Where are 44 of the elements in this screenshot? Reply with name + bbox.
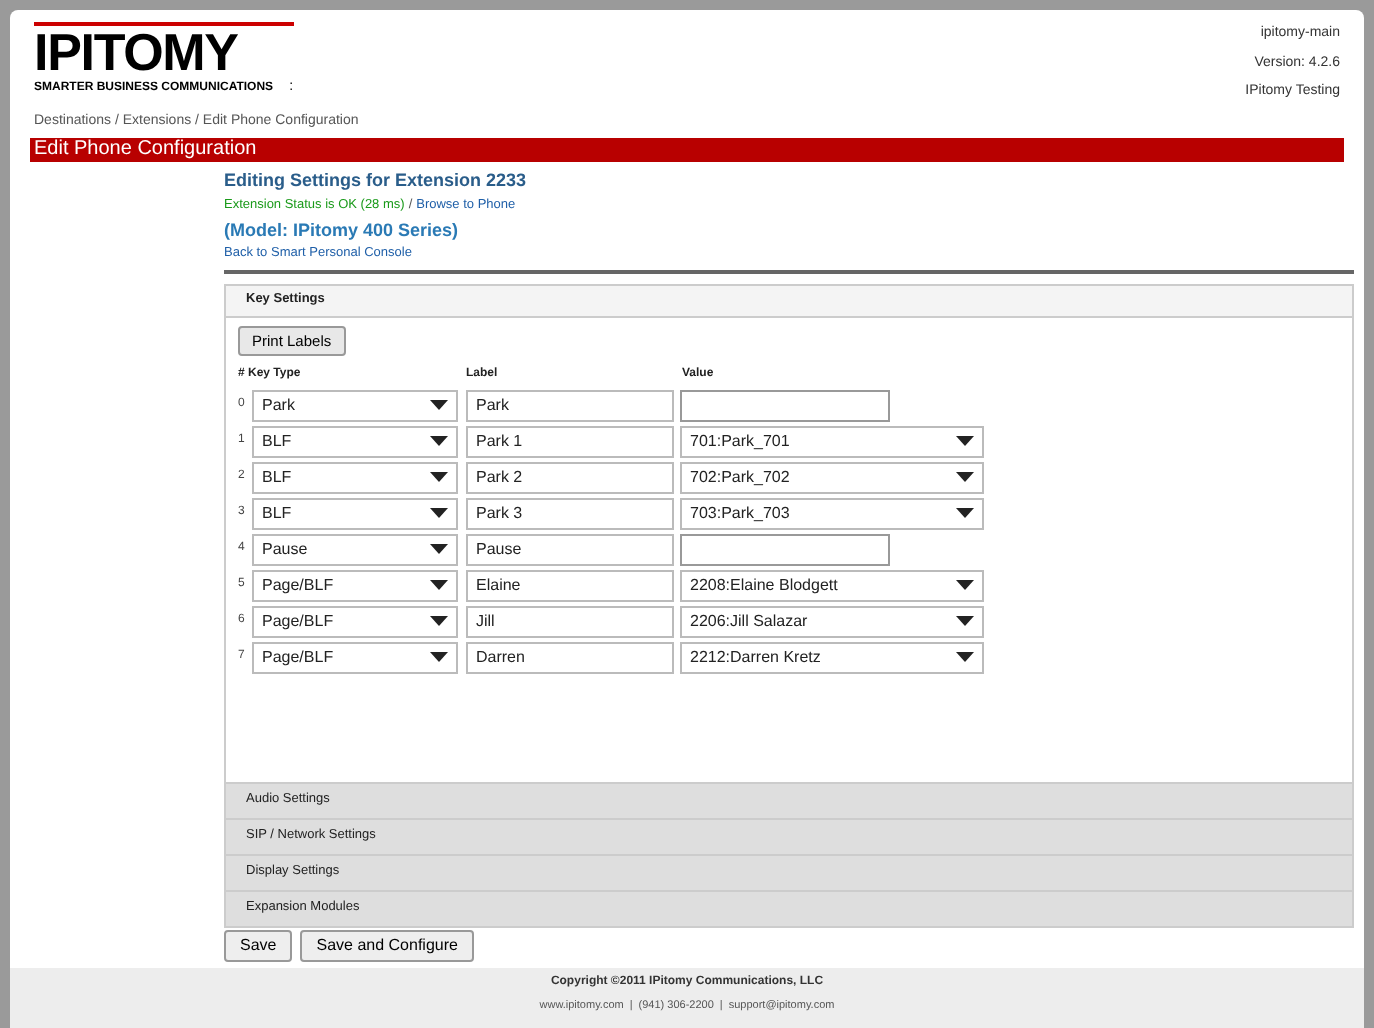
label-field[interactable]: Park 2 <box>466 461 674 494</box>
dropdown-arrow-icon <box>956 472 974 483</box>
value-select[interactable]: 702:Park_702 <box>680 461 984 494</box>
label-field[interactable]: Park 1 <box>466 425 674 458</box>
value-field[interactable] <box>680 389 890 422</box>
label-field[interactable]: Pause <box>466 533 674 566</box>
label-field[interactable]: Park <box>466 389 674 422</box>
value-select[interactable]: 2206:Jill Salazar <box>680 605 984 638</box>
value-select[interactable]: 2208:Elaine Blodgett <box>680 569 984 602</box>
dropdown-arrow-icon <box>430 436 448 447</box>
value-select[interactable]: 703:Park_703 <box>680 497 984 530</box>
label-field[interactable]: Park 3 <box>466 497 674 530</box>
page-title: Edit Phone Configuration <box>34 138 257 162</box>
dropdown-arrow-icon <box>956 436 974 447</box>
dropdown-arrow-icon <box>956 508 974 519</box>
dropdown-arrow-icon <box>956 580 974 591</box>
label-field[interactable]: Darren <box>466 641 674 674</box>
dropdown-arrow-icon <box>430 544 448 555</box>
form-button[interactable]: Save <box>224 929 293 962</box>
value-field[interactable] <box>680 533 890 566</box>
model-heading: (Model: IPitomy 400 Series) <box>224 217 461 244</box>
dropdown-arrow-icon <box>430 580 448 591</box>
value-select[interactable]: 2212:Darren Kretz <box>680 641 984 674</box>
dropdown-arrow-icon <box>430 652 448 663</box>
dropdown-arrow-icon <box>430 472 448 483</box>
value-select[interactable]: 701:Park_701 <box>680 425 984 458</box>
key-type-select[interactable]: Park <box>252 389 458 422</box>
dropdown-arrow-icon <box>430 400 448 411</box>
key-type-select[interactable]: Page/BLF <box>252 641 458 674</box>
dropdown-arrow-icon <box>430 616 448 627</box>
key-type-select[interactable]: Page/BLF <box>252 569 458 602</box>
dropdown-arrow-icon <box>430 508 448 519</box>
key-type-select[interactable]: BLF <box>252 425 458 458</box>
key-type-select[interactable]: Pause <box>252 533 458 566</box>
form-button[interactable]: Save and Configure <box>300 929 474 962</box>
key-type-select[interactable]: Page/BLF <box>252 605 458 638</box>
dropdown-arrow-icon <box>956 652 974 663</box>
key-type-select[interactable]: BLF <box>252 497 458 530</box>
heading: Editing Settings for Extension 2233 <box>224 168 529 194</box>
label-field[interactable]: Jill <box>466 605 674 638</box>
logo-wordmark: IPITOMY <box>34 26 238 78</box>
key-type-select[interactable]: BLF <box>252 461 458 494</box>
dropdown-arrow-icon <box>956 616 974 627</box>
label-field[interactable]: Elaine <box>466 569 674 602</box>
